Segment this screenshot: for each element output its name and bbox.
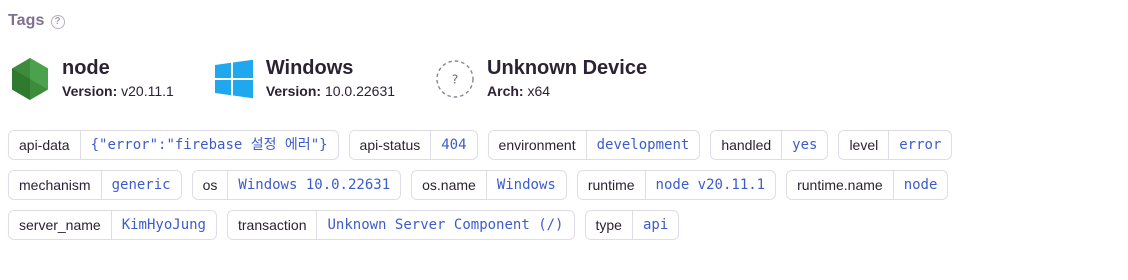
tag-value[interactable]: KimHyoJung — [112, 211, 216, 239]
tag-value[interactable]: api — [633, 211, 678, 239]
tag-pill[interactable]: runtime node v20.11.1 — [576, 170, 777, 200]
tag-value[interactable]: error — [889, 131, 951, 159]
tag-pill[interactable]: os Windows 10.0.22631 — [191, 170, 402, 200]
help-icon[interactable]: ? — [50, 14, 65, 29]
tag-pill[interactable]: type api — [584, 210, 680, 240]
context-summary: node Version: v20.11.1 Windows Version: … — [8, 56, 685, 101]
tag-pill[interactable]: mechanism generic — [8, 170, 182, 200]
tag-value[interactable]: yes — [782, 131, 827, 159]
windows-icon — [212, 57, 256, 101]
context-detail-key: Arch: — [487, 83, 524, 99]
tag-key[interactable]: os.name — [412, 171, 487, 199]
tag-pill[interactable]: handled yes — [710, 130, 829, 160]
tag-key[interactable]: type — [585, 211, 633, 239]
tag-pill[interactable]: os.name Windows — [411, 170, 567, 200]
nodejs-icon — [8, 57, 52, 101]
context-detail: Arch: x64 — [487, 81, 647, 101]
context-name: Unknown Device — [487, 57, 648, 79]
context-detail: Version: 10.0.22631 — [266, 81, 395, 101]
tag-key[interactable]: runtime — [577, 171, 646, 199]
tag-list: api-data {"error":"firebase 설정 에러"} api-s… — [8, 130, 1048, 250]
unknown-device-glyph: ? — [452, 72, 458, 86]
tag-key[interactable]: server_name — [9, 211, 112, 239]
context-detail-key: Version: — [265, 83, 322, 99]
context-device[interactable]: ? Unknown Device Arch: x64 — [433, 56, 647, 101]
tag-pill[interactable]: level error — [838, 130, 953, 160]
tags-title: Tags — [8, 12, 45, 29]
tag-value[interactable]: {"error":"firebase 설정 에러"} — [81, 131, 338, 159]
tag-key[interactable]: os — [192, 171, 229, 199]
tag-key[interactable]: level — [839, 131, 890, 159]
context-name: Windows — [265, 57, 354, 79]
tag-value[interactable]: node — [894, 171, 948, 199]
tags-header: Tags ? — [8, 12, 65, 30]
tag-key[interactable]: environment — [488, 131, 587, 159]
tag-pill[interactable]: environment development — [487, 130, 701, 160]
tag-pill[interactable]: api-data {"error":"firebase 설정 에러"} — [8, 130, 339, 160]
tag-pill[interactable]: transaction Unknown Server Component (/) — [227, 210, 575, 240]
tag-key[interactable]: handled — [711, 131, 783, 159]
tag-key[interactable]: mechanism — [9, 171, 102, 199]
tag-key[interactable]: runtime.name — [787, 171, 894, 199]
tag-key[interactable]: api-data — [9, 131, 81, 159]
tag-pill[interactable]: api-status 404 — [348, 130, 478, 160]
tag-value[interactable]: Windows — [487, 171, 566, 199]
context-detail-value: x64 — [527, 83, 551, 99]
context-name: node — [62, 57, 110, 79]
tag-pill[interactable]: server_name KimHyoJung — [8, 210, 217, 240]
tag-value[interactable]: development — [587, 131, 700, 159]
tag-value[interactable]: node v20.11.1 — [646, 171, 776, 199]
context-detail: Version: v20.11.1 — [62, 81, 174, 101]
tag-key[interactable]: transaction — [228, 211, 318, 239]
tag-value[interactable]: Unknown Server Component (/) — [317, 211, 573, 239]
context-detail-key: Version: — [62, 83, 118, 99]
tag-pill[interactable]: runtime.name node — [786, 170, 949, 200]
context-os[interactable]: Windows Version: 10.0.22631 — [212, 56, 395, 101]
tag-value[interactable]: 404 — [431, 131, 476, 159]
context-detail-value: v20.11.1 — [121, 83, 174, 99]
context-runtime[interactable]: node Version: v20.11.1 — [8, 56, 174, 101]
tag-key[interactable]: api-status — [349, 131, 432, 159]
tag-value[interactable]: generic — [102, 171, 181, 199]
context-detail-value: 10.0.22631 — [324, 83, 396, 99]
unknown-device-icon: ? — [433, 57, 477, 101]
tag-value[interactable]: Windows 10.0.22631 — [228, 171, 400, 199]
